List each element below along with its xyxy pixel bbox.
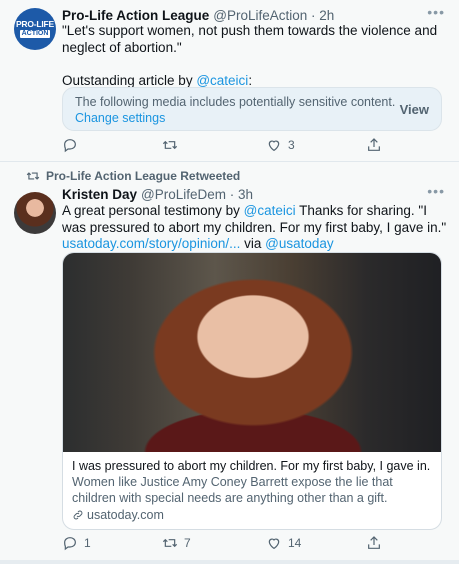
author-handle[interactable]: @ProLifeAction · 2h [213,8,334,23]
tweet-kristenday[interactable]: Pro-Life Action League Retweeted Kristen… [0,162,459,564]
retweet-count: 7 [184,536,191,550]
mention-usatoday[interactable]: @usatoday [265,236,334,251]
sensitive-media-notice: The following media includes potentially… [62,87,442,131]
tweet-prolifeaction[interactable]: PRO-LIFE ACTION Pro-Life Action League @… [0,0,459,162]
link-preview-card[interactable]: I was pressured to abort my children. Fo… [62,252,442,530]
tweet-header: Kristen Day @ProLifeDem · 3h ••• [62,183,445,203]
more-icon[interactable]: ••• [427,4,445,20]
share-icon [368,536,380,549]
outstanding-prefix: Outstanding article by [62,73,197,88]
tweet-header: Pro-Life Action League @ProLifeAction · … [62,4,445,24]
reply-icon [64,139,76,153]
card-title: I was pressured to abort my children. Fo… [72,459,431,473]
tweet-actions: 3 [62,137,392,155]
card-image[interactable] [63,253,441,452]
sensitive-notice-text: The following media includes potentially… [75,95,396,109]
like-icon [268,538,280,550]
card-domain-text: usatoday.com [87,508,164,522]
card-description: Women like Justice Amy Coney Barrett exp… [72,475,393,505]
more-icon[interactable]: ••• [427,183,445,199]
outstanding-suffix: : [248,73,253,88]
view-button[interactable]: View [400,102,429,117]
avatar-kristenday[interactable] [14,192,56,234]
change-settings-link[interactable]: Change settings [75,111,165,125]
share-button[interactable] [366,535,382,551]
retweet-button[interactable] [162,137,184,153]
avatar-logo-bottom: ACTION [19,30,51,38]
author-name[interactable]: Pro-Life Action League [62,8,209,23]
divider [0,560,459,564]
author-handle[interactable]: @ProLifeDem · 3h [141,187,253,202]
like-count: 14 [288,536,302,550]
share-button[interactable] [366,137,382,153]
mention-cateici[interactable]: @cateici [196,73,248,88]
article-url-link[interactable]: usatoday.com/story/opinion/... [62,236,240,251]
avatar-logo-top: PRO-LIFE [15,19,55,29]
share-icon [368,138,380,151]
avatar-prolifeaction[interactable]: PRO-LIFE ACTION [14,8,56,50]
card-domain: usatoday.com [72,508,164,522]
tweet-link-line: usatoday.com/story/opinion/... via @usat… [62,236,447,253]
retweet-icon [26,172,40,180]
retweet-icon [162,140,178,150]
reply-button[interactable] [62,137,84,153]
reply-button[interactable]: 1 [62,535,91,551]
like-count: 3 [288,138,295,152]
author-name[interactable]: Kristen Day [62,187,137,202]
reply-count: 1 [84,536,91,550]
retweet-icon [162,538,178,548]
link-icon [73,510,83,520]
tweet-actions: 1 7 14 [62,535,392,553]
like-button[interactable]: 3 [266,137,295,153]
tweet-text: "Let's support women, not push them towa… [62,23,447,90]
reply-icon [64,537,76,551]
via-text: via [240,236,266,251]
mention-cateici[interactable]: @cateici [244,203,296,218]
retweeted-by-label: Pro-Life Action League Retweeted [46,169,241,183]
tweet-text-prefix: A great personal testimony by [62,203,244,218]
tweet-quote: "Let's support women, not push them towa… [62,23,438,55]
retweet-button[interactable]: 7 [162,535,191,551]
retweet-context[interactable]: Pro-Life Action League Retweeted [26,169,240,183]
like-icon [268,140,280,152]
tweet-text: A great personal testimony by @cateici T… [62,203,447,253]
like-button[interactable]: 14 [266,535,301,551]
